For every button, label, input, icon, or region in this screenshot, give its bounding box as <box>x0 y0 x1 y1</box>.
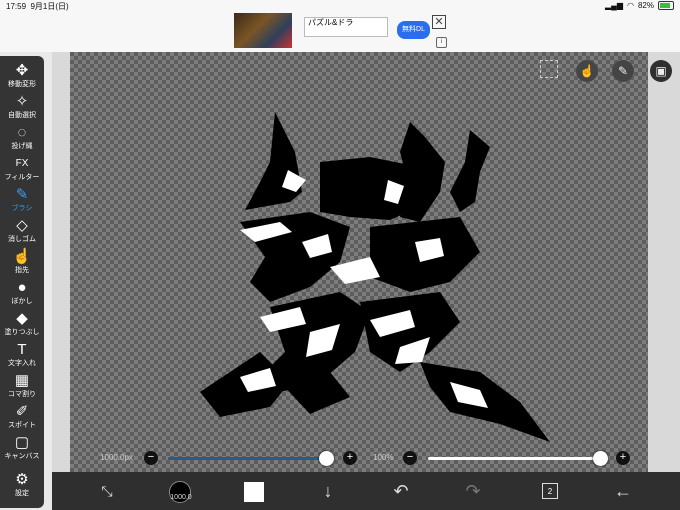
tool-brush[interactable]: ✎ ブラシ <box>0 186 44 213</box>
ad-banner[interactable]: パズル&ドラ 無料DL ✕ i <box>0 12 680 52</box>
undo-icon[interactable]: ↶ <box>390 472 412 510</box>
eyedropper-icon: ✐ <box>15 403 29 420</box>
status-time-date: 17:59 9月1日(日) <box>6 1 69 12</box>
text-icon: T <box>17 341 27 358</box>
tool-panel-label: コマ割り <box>8 391 36 398</box>
brush-size-minus-button[interactable]: − <box>144 451 158 465</box>
tool-move[interactable]: ✥ 移動変形 <box>0 62 44 89</box>
transform-icon[interactable]: ⤡ <box>96 472 118 510</box>
opacity-slider-track[interactable] <box>428 457 600 460</box>
opacity-slider-knob[interactable] <box>593 451 608 466</box>
tool-magic-wand[interactable]: ✧ 自動選択 <box>0 93 44 120</box>
brush-size-slider-row: 1000.0px − + <box>100 449 360 469</box>
tool-eyedropper[interactable]: ✐ スポイト <box>0 403 44 430</box>
tool-blur-label: ぼかし <box>11 298 33 305</box>
pen-icon[interactable]: ✎ <box>612 60 634 82</box>
ad-image[interactable] <box>234 13 292 48</box>
canvas-margin-left <box>52 52 70 472</box>
back-arrow-icon[interactable]: ← <box>612 472 634 510</box>
opacity-minus-button[interactable]: − <box>403 451 417 465</box>
tool-lasso[interactable]: ◌ 投げ縄 <box>0 124 44 151</box>
move-icon: ✥ <box>15 62 29 79</box>
brush-size-plus-button[interactable]: + <box>343 451 357 465</box>
gear-icon: ⚙ <box>15 471 29 488</box>
layers-button[interactable]: 2 <box>542 483 558 499</box>
eraser-icon: ◇ <box>16 217 28 234</box>
ad-close-icon[interactable]: ✕ <box>432 15 446 29</box>
ad-info-icon[interactable]: i <box>436 37 447 48</box>
artwork-stroke-1 <box>245 112 302 210</box>
brush-size-indicator-label: 1000.0 <box>170 494 192 501</box>
drawing-canvas[interactable] <box>70 52 648 472</box>
signal-icon: ▂▄▆ <box>605 1 623 10</box>
tool-text-label: 文字入れ <box>8 360 36 367</box>
tool-eraser[interactable]: ◇ 消しゴム <box>0 217 44 244</box>
tool-eyedropper-label: スポイト <box>8 422 36 429</box>
tool-magic-wand-label: 自動選択 <box>8 112 36 119</box>
lasso-icon: ◌ <box>17 124 27 141</box>
tool-finger[interactable]: ☝ 指先 <box>0 248 44 275</box>
selection-icon[interactable] <box>540 60 558 78</box>
finger-icon: ☝ <box>12 248 32 265</box>
ad-title[interactable]: パズル&ドラ <box>304 17 388 37</box>
tool-brush-label: ブラシ <box>11 205 33 212</box>
brush-size-indicator[interactable]: 1000.0 <box>169 481 192 503</box>
tool-blur[interactable]: ● ぼかし <box>0 279 44 306</box>
arrow-down-icon[interactable]: ↓ <box>317 472 339 510</box>
battery-percent: 82% <box>637 1 654 10</box>
tool-canvas-label: キャンバス <box>4 453 40 460</box>
tool-eraser-label: 消しゴム <box>8 236 36 243</box>
brush-size-slider-knob[interactable] <box>319 451 334 466</box>
fx-icon: FX <box>15 158 29 169</box>
wifi-icon: ◠ <box>627 1 634 10</box>
brush-icon: ✎ <box>15 186 29 203</box>
tool-panel[interactable]: ▦ コマ割り <box>0 372 44 399</box>
canvas-margin-right <box>648 52 680 472</box>
status-right: ▂▄▆ ◠ 82% <box>605 1 674 10</box>
bottom-toolbar: ⤡ 1000.0 ↓ ↶ ↷ 2 ← <box>52 472 680 510</box>
tool-fill-label: 塗りつぶし <box>4 329 40 336</box>
tool-canvas[interactable]: ▢ キャンバス <box>0 434 44 461</box>
magic-wand-icon: ✧ <box>15 93 29 110</box>
tool-text[interactable]: T 文字入れ <box>0 341 44 368</box>
status-bar: 17:59 9月1日(日) ▂▄▆ ◠ 82% <box>0 0 680 12</box>
hand-icon[interactable]: ☝ <box>576 60 598 82</box>
color-swatch[interactable] <box>244 482 264 502</box>
status-time: 17:59 <box>6 2 27 11</box>
redo-icon[interactable]: ↷ <box>462 472 484 510</box>
image-icon[interactable]: ▣ <box>650 60 672 82</box>
opacity-slider-row: 100% − + <box>373 449 633 469</box>
opacity-value: 100% <box>373 453 394 462</box>
status-date: 9月1日(日) <box>30 2 69 11</box>
fill-bucket-icon: ◆ <box>16 310 28 327</box>
tool-move-label: 移動変形 <box>8 81 36 88</box>
panel-icon: ▦ <box>14 372 30 389</box>
tool-filter[interactable]: FX フィルター <box>0 155 44 182</box>
brush-size-slider-track[interactable] <box>168 457 328 460</box>
tool-settings[interactable]: ⚙ 設定 <box>0 471 44 498</box>
tool-fill[interactable]: ◆ 塗りつぶし <box>0 310 44 337</box>
tool-filter-label: フィルター <box>4 174 40 181</box>
tool-lasso-label: 投げ縄 <box>11 143 33 150</box>
tool-finger-label: 指先 <box>15 267 29 274</box>
blur-drop-icon: ● <box>17 279 27 296</box>
opacity-plus-button[interactable]: + <box>616 451 630 465</box>
tool-settings-label: 設定 <box>15 490 29 497</box>
brush-size-value: 1000.0px <box>100 453 133 462</box>
battery-icon <box>658 1 674 10</box>
ad-download-button[interactable]: 無料DL <box>397 21 430 39</box>
tool-sidebar: ✥ 移動変形 ✧ 自動選択 ◌ 投げ縄 FX フィルター ✎ ブラシ ◇ 消しゴム ☝ 指先 … <box>0 56 44 508</box>
canvas-icon: ▢ <box>14 434 30 451</box>
artwork <box>200 112 550 442</box>
